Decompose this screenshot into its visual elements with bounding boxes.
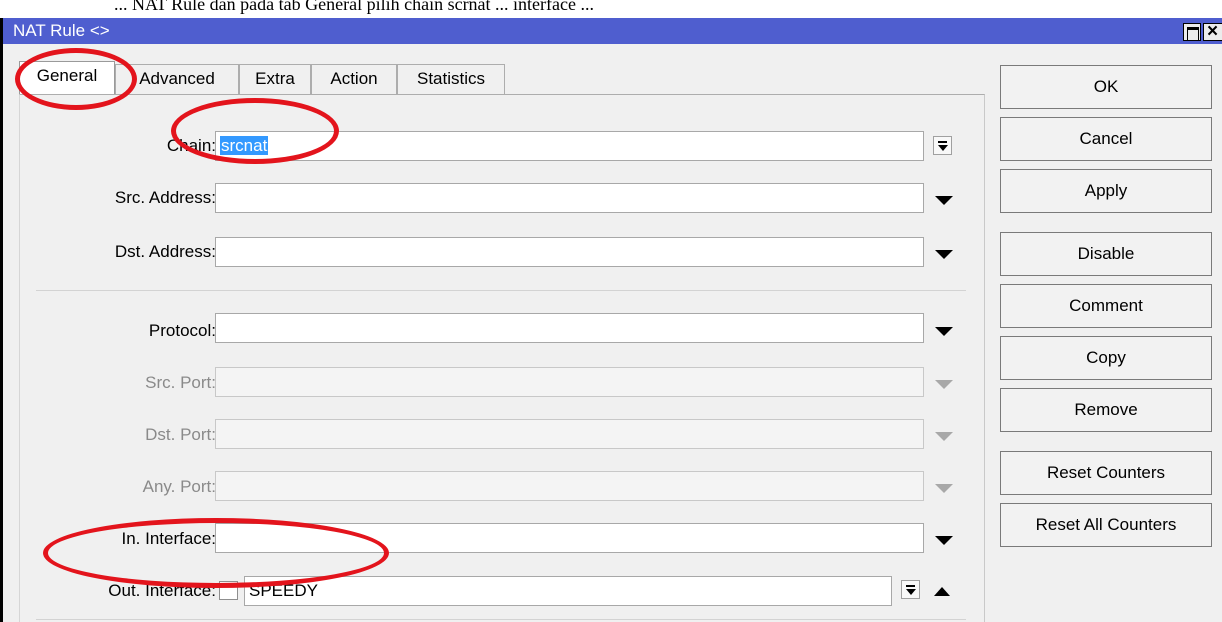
general-tab-panel: Chain: srcnat Src. Address: Dst. Address… <box>19 94 985 622</box>
chain-value: srcnat <box>220 136 269 155</box>
tab-general[interactable]: General <box>19 61 115 95</box>
in-interface-label: In. Interface: <box>121 529 217 548</box>
tab-statistics[interactable]: Statistics <box>397 64 505 94</box>
chain-label: Chain: <box>166 136 216 155</box>
remove-button[interactable]: Remove <box>1000 388 1212 432</box>
ok-button[interactable]: OK <box>1000 65 1212 109</box>
protocol-field[interactable] <box>215 313 924 343</box>
src-port-field[interactable] <box>215 367 924 397</box>
close-glyph: × <box>1207 21 1219 42</box>
src-port-label: Src. Port: <box>145 373 216 392</box>
dst-port-label: Dst. Port: <box>145 425 216 444</box>
in-interface-field[interactable] <box>215 523 924 553</box>
in-interface-dropdown-icon[interactable] <box>935 536 953 545</box>
dst-port-dropdown-icon[interactable] <box>935 432 953 441</box>
src-port-dropdown-icon[interactable] <box>935 380 953 389</box>
apply-button[interactable]: Apply <box>1000 169 1212 213</box>
protocol-dropdown-icon[interactable] <box>935 327 953 336</box>
cancel-button[interactable]: Cancel <box>1000 117 1212 161</box>
close-icon[interactable]: × <box>1203 21 1222 42</box>
out-interface-label: Out. Interface: <box>108 581 216 600</box>
dst-port-field[interactable] <box>215 419 924 449</box>
chain-dropdown-icon[interactable] <box>933 136 952 155</box>
document-text-fragment: ... NAT Rule dan pada tab General pilih … <box>114 0 594 14</box>
dst-address-field[interactable] <box>215 237 924 267</box>
title-bar[interactable]: NAT Rule <> × <box>3 18 1222 44</box>
screenshot: ... NAT Rule dan pada tab General pilih … <box>0 0 1222 622</box>
dst-address-dropdown-icon[interactable] <box>935 250 953 259</box>
out-interface-dropdown-icon[interactable] <box>901 580 920 599</box>
dst-address-label: Dst. Address: <box>114 242 216 261</box>
any-port-field[interactable] <box>215 471 924 501</box>
tab-action[interactable]: Action <box>311 64 397 94</box>
out-interface-negate-checkbox[interactable] <box>219 581 238 600</box>
src-address-label: Src. Address: <box>114 188 216 207</box>
src-address-field[interactable] <box>215 183 924 213</box>
separator <box>36 290 966 291</box>
window-title: NAT Rule <> <box>13 21 110 40</box>
reset-counters-button[interactable]: Reset Counters <box>1000 451 1212 495</box>
comment-button[interactable]: Comment <box>1000 284 1212 328</box>
tab-extra[interactable]: Extra <box>239 64 311 94</box>
copy-button[interactable]: Copy <box>1000 336 1212 380</box>
maximize-icon[interactable] <box>1183 23 1201 41</box>
any-port-dropdown-icon[interactable] <box>935 484 953 493</box>
protocol-label: Protocol: <box>148 321 216 340</box>
reset-all-counters-button[interactable]: Reset All Counters <box>1000 503 1212 547</box>
chain-field[interactable]: srcnat <box>215 131 924 161</box>
out-interface-remove-icon[interactable] <box>934 587 950 596</box>
out-interface-field[interactable]: SPEEDY <box>244 576 892 606</box>
any-port-label: Any. Port: <box>142 477 216 496</box>
disable-button[interactable]: Disable <box>1000 232 1212 276</box>
nat-rule-window: NAT Rule <> × General Advanced Extra Act… <box>0 18 1222 622</box>
tab-advanced[interactable]: Advanced <box>115 64 239 94</box>
src-address-dropdown-icon[interactable] <box>935 196 953 205</box>
separator <box>36 619 966 620</box>
